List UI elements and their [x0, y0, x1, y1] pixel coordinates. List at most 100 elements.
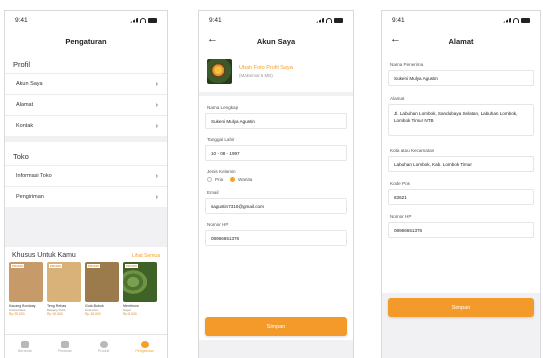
nav-pesanan[interactable]: Pesanan	[58, 340, 72, 353]
menu-item-pengiriman[interactable]: Pengiriman ›	[5, 186, 167, 207]
menu-item-alamat[interactable]: Alamat ›	[5, 94, 167, 115]
nav-label: Pengaturan	[135, 348, 154, 353]
product-card[interactable]: PROMO Teng Rebas Bawang Putih Rp 15.000	[47, 262, 81, 316]
photo-size-hint: (Maksimal 5 MB)	[239, 73, 273, 78]
account-form: Nama Lengkap Sukeni Mulya Agustin Tangga…	[199, 96, 353, 340]
promo-badge: PROMO	[11, 264, 25, 268]
dob-label: Tanggal Lahir	[207, 137, 235, 142]
change-photo-link[interactable]: Ubah Foto Profil Saya	[239, 65, 293, 71]
status-bar: 9:41	[5, 11, 167, 29]
product-price: Rp 25.000	[9, 312, 25, 317]
status-bar: 9:41	[199, 11, 353, 29]
phone-field[interactable]: 08966651376	[205, 230, 347, 246]
zip-field[interactable]: 83621	[388, 189, 534, 205]
promo-title: Khusus Untuk Kamu	[12, 252, 76, 259]
page-title: Akun Saya	[256, 36, 296, 46]
menu-item-label: Informasi Toko	[16, 173, 52, 179]
product-list: PROMO Kacang Bombay Aneka Rasa Rp 25.000…	[5, 262, 167, 316]
see-all-link[interactable]: Lihat Semua	[132, 253, 160, 259]
save-button[interactable]: Simpan	[388, 298, 534, 317]
address-screen: 9:41 ← Alamat Nama Penerima Sukeni Mulya…	[381, 10, 541, 358]
menu-item-label: Alamat	[16, 102, 34, 108]
status-time: 9:41	[392, 16, 405, 24]
status-icons	[503, 17, 530, 23]
battery-icon	[148, 17, 157, 23]
address-header: ← Alamat	[382, 29, 540, 53]
status-icons	[130, 17, 157, 23]
signal-icon	[503, 17, 511, 23]
account-header: ← Akun Saya	[199, 29, 353, 53]
dob-field[interactable]: 10 - 08 - 1997	[205, 145, 347, 161]
nav-label: Beranda	[18, 348, 32, 353]
wifi-icon	[140, 17, 146, 23]
recipient-field[interactable]: Sukeni Mulya Agustin	[388, 70, 534, 86]
promo-badge: PROMO	[87, 264, 101, 268]
chevron-right-icon: ›	[155, 80, 158, 88]
recipient-label: Nama Penerima	[390, 62, 424, 67]
menu-item-label: Akun Saya	[16, 81, 43, 87]
battery-icon	[334, 17, 343, 23]
orders-icon	[60, 340, 69, 348]
menu-item-kontak[interactable]: Kontak ›	[5, 115, 167, 136]
full-name-field[interactable]: Sukeni Mulya Agustin	[205, 113, 347, 129]
store-menu: Informasi Toko › Pengiriman ›	[5, 165, 167, 207]
status-time: 9:41	[209, 16, 222, 24]
phone-label: Nomor HP	[390, 214, 412, 219]
profile-menu: Akun Saya › Alamat › Kontak ›	[5, 73, 167, 136]
menu-item-label: Pengiriman	[16, 194, 44, 200]
nav-produk[interactable]: Produk	[97, 340, 110, 353]
gender-radio-group: Pria Wanita	[199, 177, 353, 186]
battery-icon	[521, 17, 530, 23]
radio-label: Pria	[215, 177, 224, 182]
save-button[interactable]: Simpan	[205, 317, 347, 336]
address-label: Alamat	[390, 96, 405, 101]
gear-icon	[140, 340, 149, 348]
home-icon	[20, 340, 29, 348]
wifi-icon	[513, 17, 519, 23]
menu-item-akun-saya[interactable]: Akun Saya ›	[5, 73, 167, 94]
gender-option-pria[interactable]: Pria	[207, 177, 223, 182]
menu-item-label: Kontak	[16, 123, 34, 129]
promo-badge: PROMO	[49, 264, 63, 268]
photo-info: Ubah Foto Profil Saya (Maksimal 5 MB)	[239, 65, 293, 78]
gender-label: Jenis Kelamin	[207, 169, 236, 174]
menu-item-informasi-toko[interactable]: Informasi Toko ›	[5, 165, 167, 186]
promo-header: Khusus Untuk Kamu Lihat Semua	[5, 247, 167, 262]
address-field[interactable]: Jl. Labuhan Lombok, Sandubaya Selatan, L…	[388, 104, 534, 136]
nav-label: Produk	[97, 348, 110, 353]
promo-section: Khusus Untuk Kamu Lihat Semua PROMO Kaca…	[5, 247, 167, 335]
arrow-left-icon[interactable]: ←	[207, 33, 218, 45]
product-icon	[99, 340, 108, 348]
email-label: Email	[207, 190, 219, 195]
product-card[interactable]: PROMO Kacang Bombay Aneka Rasa Rp 25.000	[9, 262, 43, 316]
profile-section-title: Profil	[5, 53, 167, 73]
settings-header: Pengaturan	[5, 29, 167, 53]
city-field[interactable]: Labuhan Lombok, Kab. Lombok Timur	[388, 156, 534, 172]
avatar[interactable]	[207, 59, 232, 84]
wifi-icon	[326, 17, 332, 23]
full-name-label: Nama Lengkap	[207, 105, 239, 110]
account-screen: 9:41 ← Akun Saya Ubah Foto Profil Saya (…	[198, 10, 354, 358]
promo-badge: PROMO	[125, 264, 139, 268]
product-price: Rp 8.000	[123, 312, 137, 317]
nav-pengaturan[interactable]: Pengaturan	[135, 340, 154, 353]
product-card[interactable]: PROMO Gula Bubuk Gula Aren Rp 18.000	[85, 262, 119, 316]
product-price: Rp 18.000	[85, 312, 101, 317]
product-card[interactable]: PROMO Mentimun Segar Rp 8.000	[123, 262, 157, 316]
email-field[interactable]: sagustin7310@gmail.com	[205, 198, 347, 214]
store-section-title: Toko	[5, 142, 167, 165]
phone-field[interactable]: 08966651376	[388, 222, 534, 238]
page-title: Pengaturan	[65, 36, 107, 46]
phone-label: Nomor HP	[207, 222, 229, 227]
gender-option-wanita[interactable]: Wanita	[230, 177, 252, 182]
bottom-nav: Beranda Pesanan Produk Pengaturan	[5, 334, 167, 358]
address-form: Nama Penerima Sukeni Mulya Agustin Alama…	[382, 53, 540, 293]
profile-photo-row: Ubah Foto Profil Saya (Maksimal 5 MB)	[199, 53, 353, 92]
radio-selected-icon	[230, 177, 236, 182]
product-price: Rp 15.000	[47, 312, 63, 317]
nav-beranda[interactable]: Beranda	[18, 340, 32, 353]
arrow-left-icon[interactable]: ←	[390, 33, 401, 45]
radio-icon	[207, 177, 212, 182]
chevron-right-icon: ›	[155, 122, 158, 130]
status-bar: 9:41	[382, 11, 540, 29]
